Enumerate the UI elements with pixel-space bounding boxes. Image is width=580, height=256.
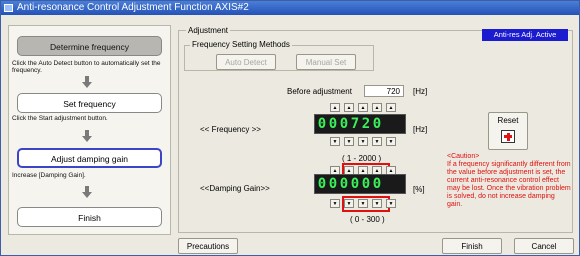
step-desc-set-frequency: Click the Start adjustment button. [12,115,108,122]
damping-digit: 0 [328,175,338,192]
precautions-button[interactable]: Precautions [178,238,238,254]
frequency-decrease-button[interactable]: ▼ [372,137,382,146]
before-adjustment-unit: [Hz] [413,87,428,96]
damping-decrease-button[interactable]: ▼ [358,199,368,208]
step-desc-determine-frequency: Click the Auto Detect button to automati… [12,60,161,74]
frequency-digit: 0 [328,115,338,132]
damping-digit: 0 [339,175,349,192]
step-determine-frequency: Determine frequency [17,36,162,56]
frequency-increase-button[interactable]: ▲ [358,103,368,112]
step-finish: Finish [17,207,162,227]
damping-gain-range: ( 0 - 300 ) [350,215,385,224]
damping-digit: 0 [361,175,371,192]
frequency-increase-button[interactable]: ▲ [372,103,382,112]
frequency-methods-label: Frequency Setting Methods [190,40,292,49]
frequency-increase-button[interactable]: ▲ [330,103,340,112]
down-arrow-icon [82,130,92,142]
before-adjustment-label: Before adjustment [287,87,352,96]
frequency-decrease-button[interactable]: ▼ [344,137,354,146]
damping-decrease-button[interactable]: ▼ [386,199,396,208]
before-adjustment-value: 720 [364,85,404,97]
damping-decrease-button[interactable]: ▼ [330,199,340,208]
frequency-increase-button[interactable]: ▲ [386,103,396,112]
damping-decrease-button[interactable]: ▼ [344,199,354,208]
damping-gain-label: <<Damping Gain>> [200,184,270,193]
damping-digit: 0 [317,175,327,192]
cancel-button[interactable]: Cancel [514,238,574,254]
step-desc-adjust-damping-gain: Increase [Damping Gain]. [12,172,86,179]
app-icon [4,4,13,12]
status-badge: Anti-res Adj. Active [482,29,568,41]
frequency-digit: 0 [317,115,327,132]
damping-digit: 0 [372,175,382,192]
steps-panel: Determine frequency Click the Auto Detec… [8,25,171,235]
down-arrow-icon [82,186,92,198]
down-arrow-icon [82,76,92,88]
reset-label: Reset [497,116,519,125]
manual-set-button[interactable]: Manual Set [296,54,356,70]
finish-button[interactable]: Finish [442,238,502,254]
window-title: Anti-resonance Control Adjustment Functi… [17,2,249,13]
frequency-display: 000720 [314,114,406,134]
frequency-label: << Frequency >> [200,125,261,134]
frequency-digit: 2 [361,115,371,132]
step-adjust-damping-gain: Adjust damping gain [17,148,162,168]
damping-digit: 0 [350,175,360,192]
auto-detect-button[interactable]: Auto Detect [216,54,276,70]
frequency-decrease-button[interactable]: ▼ [386,137,396,146]
reset-button[interactable]: Reset [488,112,528,150]
step-set-frequency: Set frequency [17,93,162,113]
damping-gain-unit: [%] [413,185,425,194]
frequency-digit: 0 [372,115,382,132]
frequency-unit: [Hz] [413,125,428,134]
frequency-digit: 0 [339,115,349,132]
frequency-increase-button[interactable]: ▲ [344,103,354,112]
damping-decrease-button[interactable]: ▼ [372,199,382,208]
caution-text: <Caution> If a frequency significantly d… [447,153,571,208]
frequency-digit: 7 [350,115,360,132]
damping-gain-display: 000000 [314,174,406,194]
frequency-range: ( 1 - 2000 ) [342,154,382,163]
frequency-decrease-button[interactable]: ▼ [358,137,368,146]
plus-icon [501,130,515,143]
title-bar: Anti-resonance Control Adjustment Functi… [1,1,579,15]
adjustment-group-label: Adjustment [186,26,231,35]
frequency-decrease-button[interactable]: ▼ [330,137,340,146]
